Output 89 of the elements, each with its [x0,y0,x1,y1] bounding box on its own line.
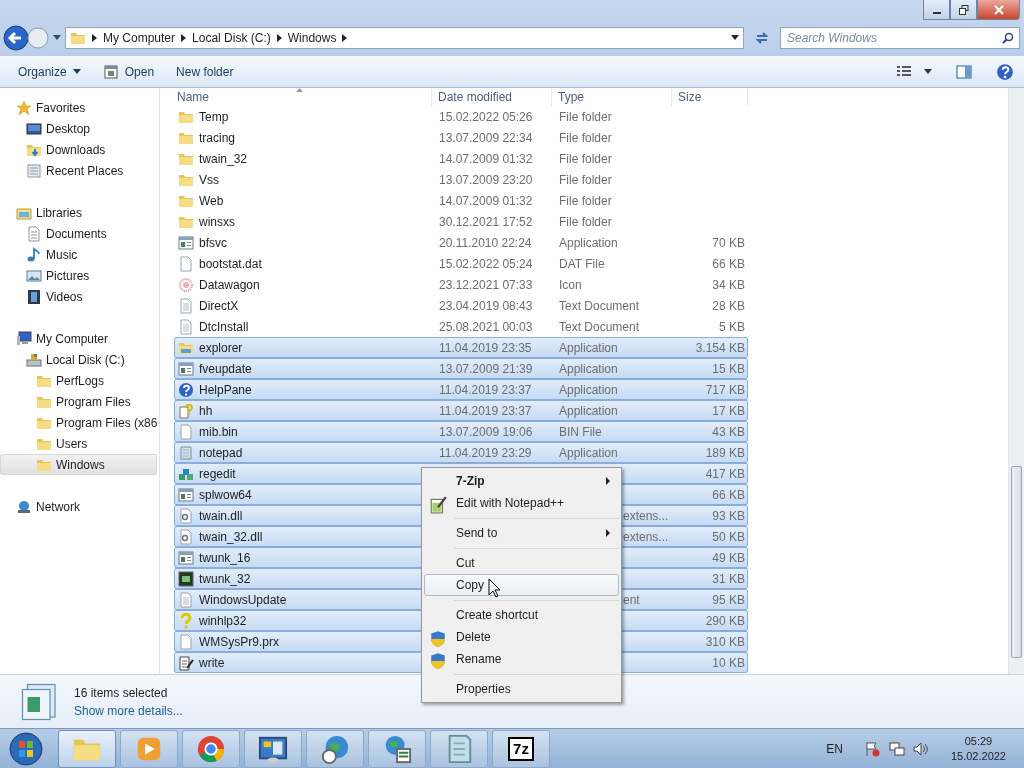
type-cell: Text Document [559,298,640,313]
file-name: mib.bin [199,423,238,441]
type-cell: Application [559,340,618,355]
size-cell: 43 KB [712,424,745,439]
file-name: winsxs [199,213,235,231]
type-cell: Application [559,382,618,397]
size-cell: 31 KB [712,571,745,586]
type-cell: BIN File [559,424,602,439]
type-cell: Application [559,361,618,376]
file-name: twain.dll [199,507,243,525]
type-cell: File folder [559,130,612,145]
date-cell: 14.07.2009 01:32 [439,151,533,166]
clock-time: 05:29 [963,733,994,749]
date-cell: 13.07.2009 23:20 [439,172,533,187]
type-cell: Application [559,445,618,460]
file-name: regedit [199,465,236,483]
type-cell: File folder [559,214,612,229]
size-cell: 93 KB [712,508,745,523]
type-cell: File folder [559,151,612,166]
type-cell: extens... [623,529,669,544]
file-name: tracing [199,129,236,147]
type-cell: extens... [623,508,669,523]
type-cell: Application [559,403,618,418]
date-cell: 11.04.2019 23:29 [439,445,532,460]
file-name: fveupdate [199,360,252,378]
date-cell: 23.12.2021 07:33 [439,277,533,292]
size-cell: 66 KB [712,256,745,271]
file-name: DirectX [199,297,239,315]
app-logo: 7z [508,736,534,761]
file-name: twain_32.dll [199,528,263,546]
file-name: Web [199,192,224,210]
file-name: hh [199,402,213,420]
file-name: write [199,654,225,672]
date-cell: 15.02.2022 05:24 [439,256,533,271]
size-cell: 3.154 KB [695,340,745,355]
size-cell: 5 KB [719,319,745,334]
type-cell: File folder [559,193,612,208]
date-cell: 25.08.2021 00:03 [439,319,533,334]
type-cell: File folder [559,172,612,187]
date-cell: 23.04.2019 08:43 [439,298,533,313]
size-cell: 34 KB [712,277,745,292]
type-cell: Icon [559,277,582,292]
file-name: bfsvc [199,234,227,252]
date-cell: 20.11.2010 22:24 [439,235,532,250]
type-cell: Text Document [559,319,640,334]
size-cell: 189 KB [705,445,745,460]
file-name: explorer [199,339,243,357]
date-cell: 30.12.2021 17:52 [439,214,533,229]
file-name: splwow64 [199,486,252,504]
date-cell: 15.02.2022 05:26 [439,109,533,124]
file-name: WMSysPr9.prx [199,633,279,651]
size-cell: 17 KB [712,403,745,418]
file-name: HelpPane [199,381,252,399]
date-cell: 11.04.2019 23:37 [439,403,532,418]
type-cell: DAT File [559,256,605,271]
date-cell: 11.04.2019 23:35 [439,340,532,355]
type-cell: File folder [559,109,612,124]
size-cell: 95 KB [712,592,745,607]
file-name: Temp [199,108,229,126]
size-cell: 10 KB [712,655,745,670]
type-cell: ent [623,592,640,607]
date-cell: 14.07.2009 01:32 [439,193,533,208]
size-cell: 310 KB [705,634,745,649]
selection-summary: 16 items selected [74,684,169,702]
file-name: twain_32 [199,150,248,168]
size-cell: 15 KB [712,361,745,376]
size-cell: 50 KB [712,529,745,544]
size-cell: 417 KB [705,466,745,481]
size-cell: 717 KB [705,382,745,397]
size-cell: 66 KB [712,487,745,502]
clock-date: 15.02.2022 [950,748,1006,764]
file-name: WindowsUpdate [199,591,287,609]
size-cell: 70 KB [712,235,745,250]
date-cell: 13.07.2009 22:34 [439,130,533,145]
file-name: Datawagon [199,276,260,294]
date-cell: 13.07.2009 19:06 [439,424,533,439]
file-name: bootstat.dat [199,255,262,273]
size-cell: 290 KB [705,613,745,628]
date-cell: 11.04.2019 23:37 [439,382,532,397]
file-name: winhlp32 [199,612,247,630]
file-name: DtcInstall [199,318,249,336]
type-cell: Application [559,235,618,250]
size-cell: 49 KB [712,550,745,565]
date-cell: 13.07.2009 21:39 [439,361,533,376]
size-cell: 28 KB [712,298,745,313]
file-name: twunk_32 [199,570,251,588]
file-name: Vss [199,171,219,189]
file-name: twunk_16 [199,549,251,567]
file-name: notepad [199,444,243,462]
